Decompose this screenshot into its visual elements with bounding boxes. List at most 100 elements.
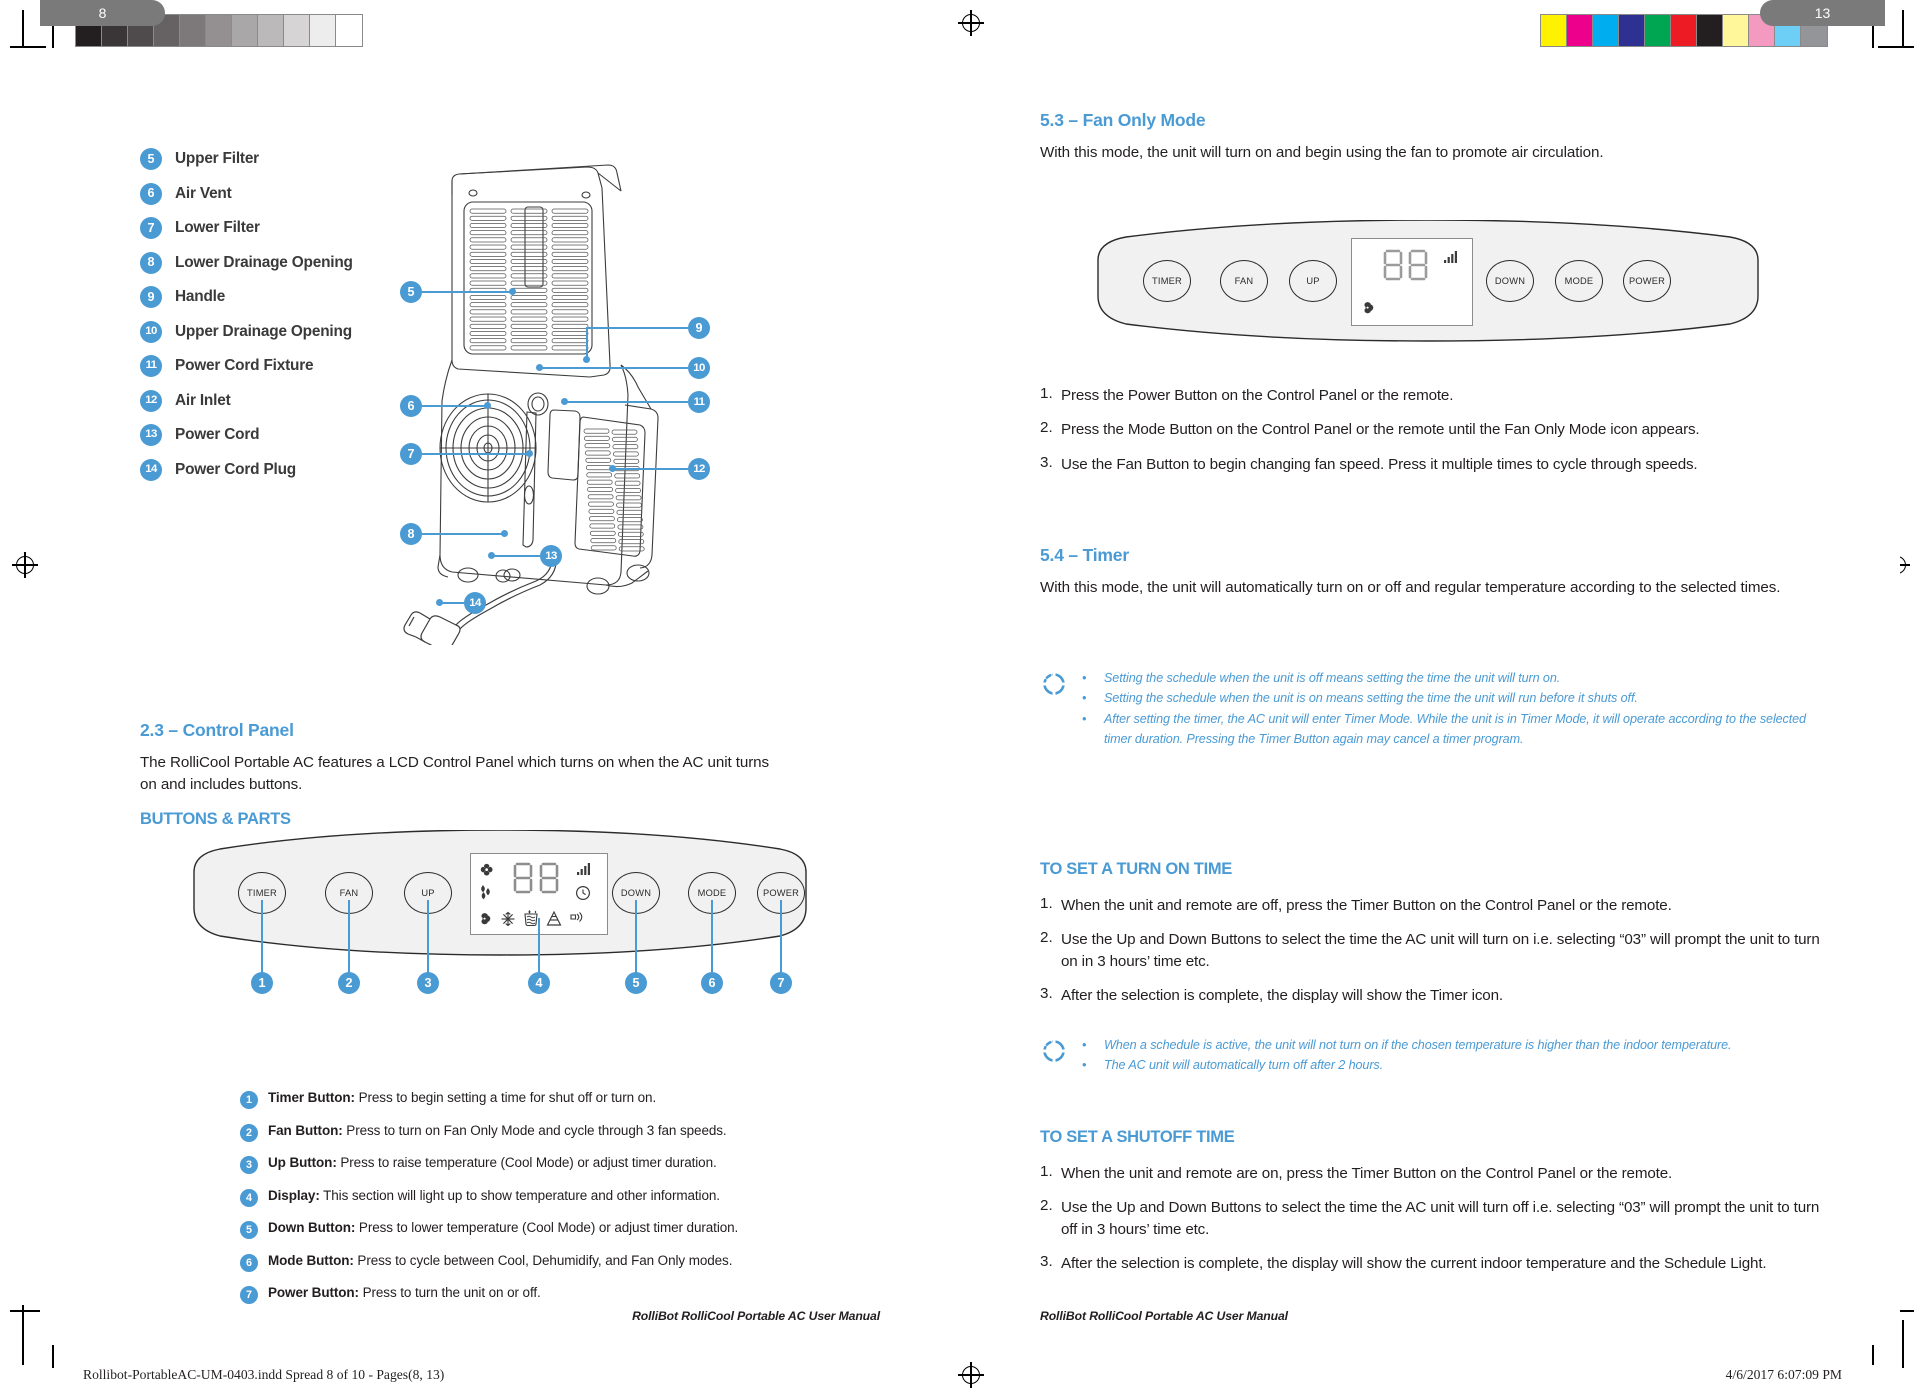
part-badge-13: 13 xyxy=(140,424,162,446)
leader-dot-11 xyxy=(561,398,568,405)
legend-badge-1: 1 xyxy=(240,1091,258,1109)
diagram-callout-8: 8 xyxy=(400,523,422,545)
leader-line-10 xyxy=(540,367,688,369)
legend-title-4: Display: xyxy=(268,1187,320,1203)
fan-only-button-power-label: POWER xyxy=(1628,276,1666,286)
note-item: • After setting the timer, the AC unit w… xyxy=(1082,709,1822,750)
fan-only-button-fan[interactable]: FAN xyxy=(1220,260,1268,302)
section-heading-fan-only: 5.3 – Fan Only Mode xyxy=(1040,110,1206,130)
part-label-6: Air Vent xyxy=(175,184,232,202)
legend-title-1: Timer Button: xyxy=(268,1090,355,1105)
instruction-step: 1. Press the Power Button on the Control … xyxy=(1040,385,1830,406)
leader-dot-7 xyxy=(526,450,533,457)
left-footer-manual-title: RolliBot RolliCool Portable AC User Manu… xyxy=(632,1309,880,1323)
leader-line-13 xyxy=(492,555,540,557)
section-intro-timer: With this mode, the unit will automatica… xyxy=(1040,579,1781,596)
section-heading-timer: 5.4 – Timer xyxy=(1040,545,1129,565)
fan-only-button-down-label: DOWN xyxy=(1494,276,1526,286)
leader-line-9 xyxy=(586,327,688,329)
step-text: Use the Up and Down Buttons to select th… xyxy=(1061,931,1820,970)
note-bullet: • xyxy=(1082,671,1087,685)
leader-line-5 xyxy=(422,291,512,293)
legend-title-6: Mode Button: xyxy=(268,1252,354,1268)
leader-line-7 xyxy=(422,453,529,455)
leader-line-14 xyxy=(440,602,464,604)
part-badge-11: 11 xyxy=(140,355,162,377)
legend-row: 4 Display: This section will light up to … xyxy=(240,1188,800,1207)
step-number: 3. xyxy=(1040,453,1053,471)
legend-row: 7 Power Button: Press to turn the unit on… xyxy=(240,1285,800,1304)
legend-title-7: Power Button: xyxy=(268,1285,359,1300)
leader-line-12 xyxy=(612,468,688,470)
step-text: After the selection is complete, the dis… xyxy=(1061,986,1503,1004)
panel-callout-1: 1 xyxy=(251,972,273,994)
left-page-number: 8 xyxy=(98,5,107,21)
part-label-13: Power Cord xyxy=(175,426,260,443)
legend-row: 2 Fan Button: Press to turn on Fan Only M… xyxy=(240,1123,800,1142)
panel-callout-stem-3 xyxy=(427,900,429,976)
legend-row: 1 Timer Button: Press to begin setting a … xyxy=(240,1090,800,1109)
left-page-number-tab: 8 xyxy=(40,0,165,26)
part-badge-7: 7 xyxy=(140,217,162,239)
panel-callout-2: 2 xyxy=(338,972,360,994)
fan-only-button-timer[interactable]: TIMER xyxy=(1143,260,1191,302)
diagram-callout-5: 5 xyxy=(400,281,422,303)
swatch-10 xyxy=(336,15,362,46)
part-label-11: Power Cord Fixture xyxy=(175,357,314,374)
fan-mode-icon xyxy=(481,912,491,925)
part-label-8: Lower Drainage Opening xyxy=(175,253,353,271)
swatch-8 xyxy=(284,15,310,46)
part-badge-12: 12 xyxy=(140,389,162,412)
registration-mark-left xyxy=(12,552,38,578)
turn-on-note-items: • When a schedule is active, the unit wil… xyxy=(1082,1035,1822,1076)
instruction-step: 2. Use the Up and Down Buttons to select … xyxy=(1040,929,1830,972)
leader-dot-14 xyxy=(436,599,443,606)
swatch-2 xyxy=(1593,15,1619,46)
leader-dot-6 xyxy=(484,402,491,409)
fan-only-button-power[interactable]: POWER xyxy=(1623,260,1671,302)
panel-callout-stem-5 xyxy=(635,900,637,976)
fan-only-panel-diagram: TIMER FAN UP DOWN MODE POWER xyxy=(1068,219,1788,345)
leader-dot-8 xyxy=(501,530,508,537)
instruction-step: 3. After the selection is complete, the d… xyxy=(1040,1253,1830,1274)
panel-callout-stem-4 xyxy=(538,918,540,976)
leader-dot-10 xyxy=(536,364,543,371)
note-text: Setting the schedule when the unit is of… xyxy=(1104,671,1561,685)
fan-only-button-down[interactable]: DOWN xyxy=(1486,260,1534,302)
step-number: 1. xyxy=(1040,385,1053,402)
control-panel-diagram: TIMER FAN UP DOWN MODE POWER 1 2 3 4 5 6… xyxy=(150,829,850,994)
legend-row: 6 Mode Button: Press to cycle between Coo… xyxy=(240,1253,800,1272)
diagram-callout-13: 13 xyxy=(540,545,562,567)
step-number: 3. xyxy=(1040,1252,1053,1270)
step-text: Use the Fan Button to begin changing fan… xyxy=(1061,455,1698,473)
fan-only-button-mode[interactable]: MODE xyxy=(1555,260,1603,302)
note-bullet: • xyxy=(1082,1038,1087,1052)
fan-only-button-up[interactable]: UP xyxy=(1289,260,1337,302)
ac-unit-diagram: 5 6 7 8 9 10 11 12 13 14 xyxy=(340,155,760,652)
instruction-step: 2. Use the Up and Down Buttons to select … xyxy=(1040,1197,1830,1240)
step-text: When the unit and remote are on, press t… xyxy=(1061,1165,1673,1182)
instruction-step: 1. When the unit and remote are off, pres… xyxy=(1040,895,1830,916)
signal-bars-icon xyxy=(577,863,590,875)
instruction-step: 3. After the selection is complete, the d… xyxy=(1040,985,1830,1006)
heading-shutoff-time: TO SET A SHUTOFF TIME xyxy=(1040,1128,1235,1146)
legend-text-1: Timer Button: Press to begin setting a t… xyxy=(268,1090,657,1105)
swatch-5 xyxy=(206,15,232,46)
panel-callout-3: 3 xyxy=(417,972,439,994)
fan-only-lcd-icons xyxy=(1364,249,1457,314)
fan-only-button-mode-label: MODE xyxy=(1564,276,1594,286)
fan-mode-icon xyxy=(1364,301,1374,314)
panel-callout-stem-7 xyxy=(780,900,782,976)
part-badge-14: 14 xyxy=(140,458,162,481)
sleep-icon xyxy=(570,912,583,922)
panel-button-timer-label: TIMER xyxy=(247,888,277,898)
part-label-14: Power Cord Plug xyxy=(175,460,296,478)
legend-row: 3 Up Button: Press to raise temperature (… xyxy=(240,1155,800,1174)
swatch-0 xyxy=(1541,15,1567,46)
right-page-number-tab: 13 xyxy=(1760,0,1885,26)
legend-text-3: Up Button: Press to raise temperature (C… xyxy=(268,1155,717,1170)
legend-badge-3: 3 xyxy=(240,1156,258,1174)
signal-bars-icon xyxy=(1444,251,1457,263)
panel-callout-stem-1 xyxy=(261,900,263,976)
legend-text-2: Fan Button: Press to turn on Fan Only Mo… xyxy=(268,1122,727,1138)
